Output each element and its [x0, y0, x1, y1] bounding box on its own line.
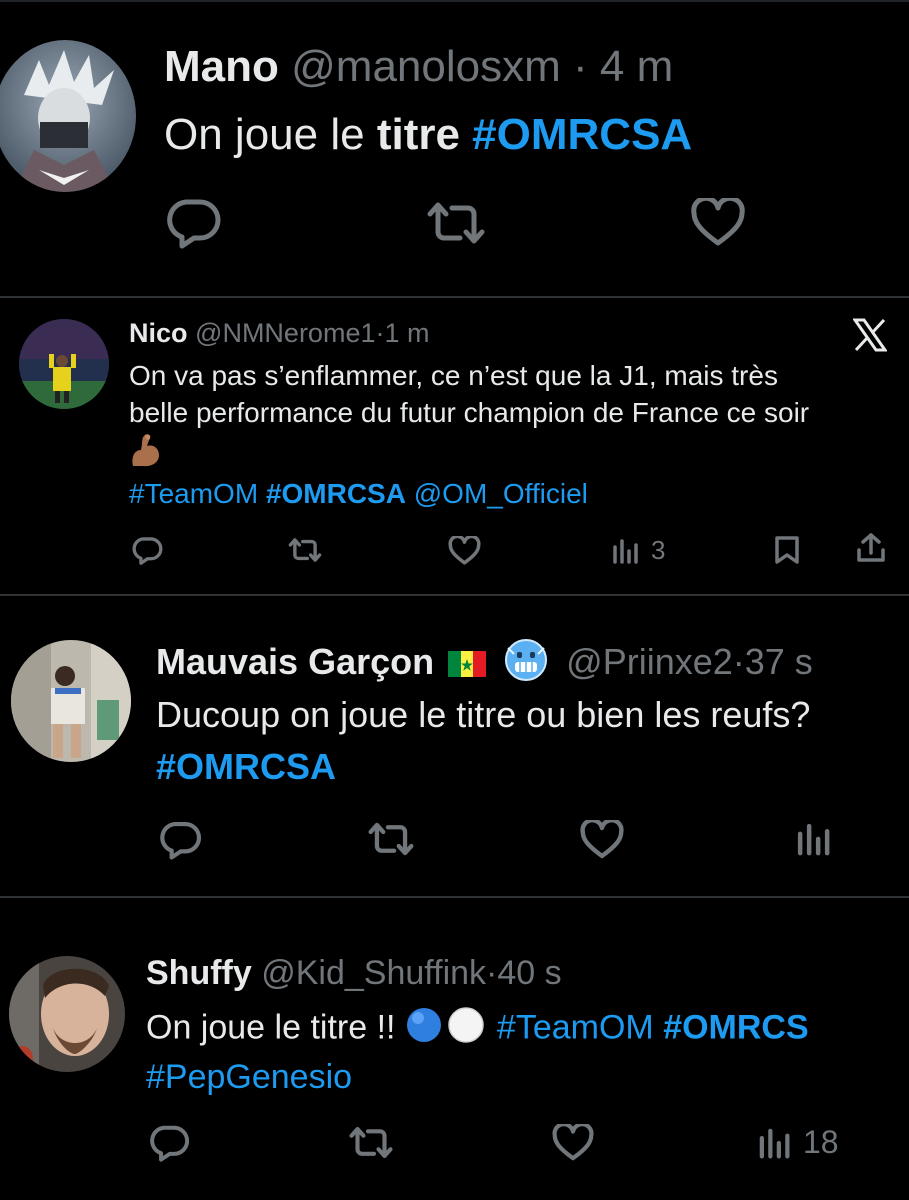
views-button[interactable]: 18 — [757, 1124, 839, 1161]
user-handle[interactable]: @Kid_Shuffink — [261, 954, 486, 992]
timestamp[interactable]: 40 s — [497, 954, 561, 992]
tweet-tags-line: #OMRCSA — [156, 746, 336, 788]
flexed-biceps-emoji — [129, 432, 163, 473]
retweet-button[interactable] — [287, 537, 323, 563]
retweet-icon — [427, 202, 485, 244]
tweet-header: Shuffy @Kid_Shuffink·40 s — [146, 954, 562, 993]
timestamp[interactable]: 1 m — [384, 318, 429, 348]
white-circle-emoji — [447, 1006, 485, 1053]
reply-button[interactable] — [148, 1124, 190, 1162]
retweet-icon — [349, 1126, 393, 1159]
tweet-nico[interactable]: Nico @NMNerome1·1 m On va pas s’enflamme… — [0, 298, 909, 594]
tweet-text-line: Ducoup on joue le titre ou bien les reuf… — [156, 694, 811, 735]
user-handle[interactable]: @manolosxm — [291, 42, 561, 91]
tweet-header: Mauvais Garçon @Priinxe2·37 s — [156, 638, 813, 691]
tweet-mano[interactable]: Mano @manolosxm · 4 m On joue le titre #… — [0, 0, 909, 296]
x-logo-icon — [853, 318, 887, 352]
hashtag-link[interactable]: #OMRCSA — [266, 478, 406, 509]
views-count: 18 — [803, 1124, 839, 1160]
retweet-icon — [288, 538, 322, 562]
retweet-button[interactable] — [347, 1125, 395, 1160]
reply-button[interactable] — [131, 536, 163, 565]
avatar[interactable] — [0, 40, 136, 192]
tweet-tags-line: #TeamOM #OMRCSA @OM_Officiel — [129, 478, 588, 510]
views-icon — [613, 538, 638, 564]
reply-button[interactable] — [158, 820, 202, 860]
reply-icon — [167, 199, 221, 249]
display-name[interactable]: Mano — [164, 42, 279, 91]
like-button[interactable] — [448, 536, 481, 566]
senegal-flag-emoji — [448, 644, 487, 686]
display-name[interactable]: Shuffy — [146, 954, 252, 992]
like-button[interactable] — [579, 820, 625, 860]
cold-face-emoji — [504, 638, 548, 691]
tweet-text-line: On joue le titre !! #TeamOM #OMRCS — [146, 1006, 809, 1053]
separator-dot: · — [573, 42, 588, 91]
views-button[interactable] — [795, 820, 831, 858]
retweet-button[interactable] — [424, 200, 488, 246]
blue-circle-emoji — [405, 1006, 443, 1053]
like-button[interactable] — [551, 1124, 595, 1162]
tweet-shuffy[interactable]: Shuffy @Kid_Shuffink·40 s On joue le tit… — [0, 898, 909, 1200]
views-count: 3 — [651, 535, 666, 565]
x-logo — [853, 318, 887, 352]
separator-dot: · — [486, 954, 498, 992]
hashtag-link[interactable]: #TeamOM — [497, 1008, 654, 1046]
like-button[interactable] — [690, 198, 746, 248]
reply-icon — [132, 537, 163, 565]
share-icon — [857, 533, 885, 562]
share-button[interactable] — [856, 532, 886, 564]
like-icon — [691, 198, 745, 246]
user-handle[interactable]: @NMNerome1 — [195, 318, 375, 348]
retweet-icon — [368, 822, 414, 856]
tweet-text-line: belle performance du futur champion de F… — [129, 397, 810, 428]
mention-link[interactable]: @OM_Officiel — [414, 478, 588, 509]
timestamp[interactable]: 37 s — [745, 641, 813, 682]
separator-dot: · — [732, 641, 745, 683]
bookmark-button[interactable] — [774, 535, 800, 565]
text-segment: On joue le — [164, 110, 377, 159]
views-icon — [759, 1128, 790, 1158]
tweet-header: Mano @manolosxm · 4 m — [164, 42, 673, 92]
views-button[interactable]: 3 — [611, 535, 665, 566]
hashtag-link[interactable]: #PepGenesio — [146, 1058, 352, 1096]
hashtag-link[interactable]: #OMRCSA — [472, 110, 692, 159]
tweet-tags-line: #PepGenesio — [146, 1058, 352, 1097]
like-icon — [552, 1124, 594, 1161]
tweet-mauvais-garcon[interactable]: Mauvais Garçon @Priinxe2·37 s Ducoup on … — [0, 596, 909, 896]
tweet-header: Nico @NMNerome1·1 m — [129, 318, 430, 349]
like-icon — [580, 820, 624, 859]
user-handle[interactable]: @Priinxe2 — [566, 641, 733, 682]
display-name[interactable]: Mauvais Garçon — [156, 641, 434, 682]
text-segment: On joue le titre !! — [146, 1008, 405, 1047]
like-icon — [448, 536, 481, 565]
avatar[interactable] — [19, 319, 109, 409]
reply-icon — [160, 821, 202, 860]
views-icon — [797, 823, 830, 856]
tweet-text-line: On va pas s’enflammer, ce n’est que la J… — [129, 360, 778, 391]
bookmark-icon — [775, 536, 799, 564]
retweet-button[interactable] — [366, 821, 416, 857]
timestamp[interactable]: 4 m — [600, 42, 673, 91]
tweet-text: On joue le titre #OMRCSA — [164, 110, 692, 160]
hashtag-link[interactable]: #OMRCS — [663, 1008, 808, 1046]
display-name[interactable]: Nico — [129, 318, 188, 348]
hashtag-link[interactable]: #OMRCSA — [156, 746, 336, 787]
reply-icon — [150, 1125, 190, 1162]
hashtag-link[interactable]: #TeamOM — [129, 478, 258, 509]
avatar[interactable] — [9, 956, 125, 1072]
reply-button[interactable] — [164, 197, 222, 249]
text-bold-segment: titre — [376, 110, 460, 159]
avatar[interactable] — [11, 640, 131, 762]
